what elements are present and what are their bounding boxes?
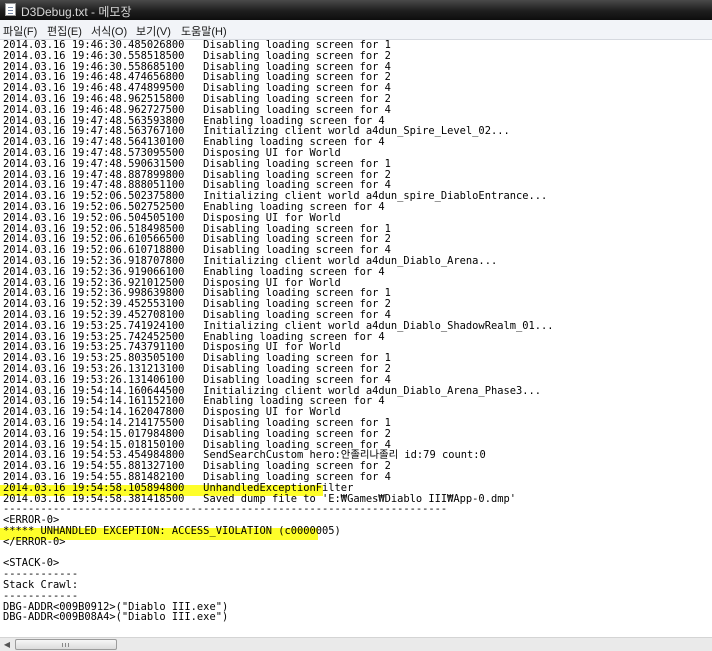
menu-bar: 파일(F) 편집(E) 서식(O) 보기(V) 도움말(H) [0, 20, 712, 40]
log-line: ----------------------------------------… [3, 503, 448, 516]
notepad-icon [5, 3, 16, 16]
menu-help[interactable]: 도움말(H) [181, 23, 227, 39]
title-bar[interactable]: D3Debug.txt - 메모장 [0, 0, 712, 20]
scrollbar-thumb[interactable] [15, 639, 117, 650]
menu-edit[interactable]: 편집(E) [47, 23, 82, 39]
log-line: DBG-ADDR<009B08A4>("Diablo III.exe") [3, 611, 229, 624]
window-title: D3Debug.txt - 메모장 [21, 5, 132, 19]
menu-format[interactable]: 서식(O) [91, 23, 127, 39]
log-line: </ERROR-0> [3, 535, 66, 548]
notepad-window: D3Debug.txt - 메모장 파일(F) 편집(E) 서식(O) 보기(V… [0, 0, 712, 651]
menu-view[interactable]: 보기(V) [136, 23, 171, 39]
text-editor-area[interactable]: 2014.03.16 19:46:30.485026800 Disabling … [0, 40, 712, 637]
arrow-left-icon[interactable]: ◀ [0, 638, 14, 651]
horizontal-scrollbar[interactable]: ◀ [0, 637, 712, 651]
menu-file[interactable]: 파일(F) [3, 23, 37, 39]
